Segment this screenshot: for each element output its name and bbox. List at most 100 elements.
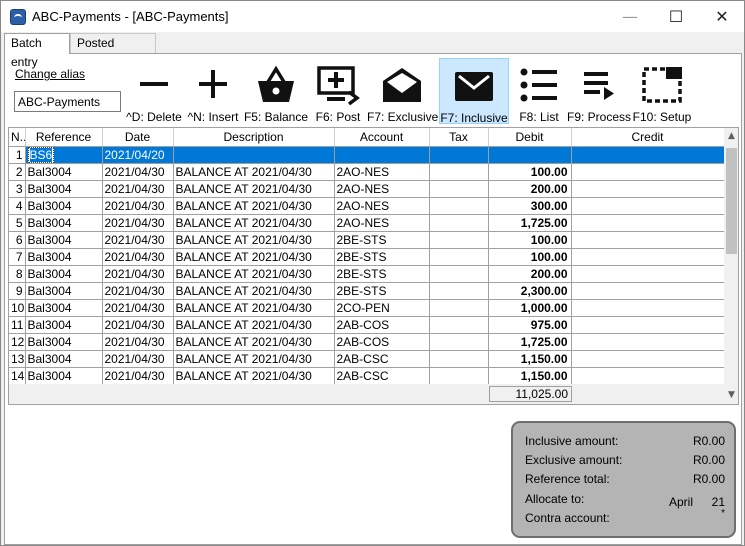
account-cell[interactable]: 2AB-CSC <box>334 367 430 385</box>
date-cell[interactable]: 2021/04/30 <box>102 367 174 385</box>
credit-cell[interactable] <box>571 350 725 368</box>
table-row[interactable]: 5 Bal3004 2021/04/30 BALANCE AT 2021/04/30 2… <box>9 214 725 232</box>
reference-cell[interactable]: BS6 <box>25 146 103 164</box>
credit-cell[interactable] <box>571 367 725 385</box>
debit-cell[interactable]: 300.00 <box>488 197 572 215</box>
maximize-button[interactable]: ☐ <box>653 1 699 32</box>
date-cell[interactable]: 2021/04/30 <box>102 248 174 266</box>
vertical-scrollbar[interactable]: ▲ ▼ <box>724 128 738 404</box>
tax-cell[interactable] <box>429 282 489 300</box>
account-cell[interactable]: 2AB-CSC <box>334 350 430 368</box>
account-cell[interactable]: 2CO-PEN <box>334 299 430 317</box>
table-row[interactable]: 9 Bal3004 2021/04/30 BALANCE AT 2021/04/30 2… <box>9 282 725 300</box>
description-cell[interactable]: BALANCE AT 2021/04/30 <box>173 265 335 283</box>
col-header-account[interactable]: Account <box>334 128 430 147</box>
date-cell[interactable]: 2021/04/30 <box>102 299 174 317</box>
credit-cell[interactable] <box>571 299 725 317</box>
close-button[interactable]: ✕ <box>699 1 745 32</box>
tab-posted-batches[interactable]: Posted batches <box>70 33 156 69</box>
setup-button[interactable]: F10: Setup <box>631 58 693 124</box>
credit-cell[interactable] <box>571 231 725 249</box>
debit-cell[interactable]: 100.00 <box>488 248 572 266</box>
insert-button[interactable]: ^N: Insert <box>185 58 241 124</box>
date-cell[interactable]: 2021/04/30 <box>102 333 174 351</box>
debit-cell[interactable] <box>488 146 572 164</box>
reference-cell[interactable]: Bal3004 <box>25 299 103 317</box>
credit-cell[interactable] <box>571 316 725 334</box>
credit-cell[interactable] <box>571 282 725 300</box>
description-cell[interactable]: BALANCE AT 2021/04/30 <box>173 214 335 232</box>
account-cell[interactable]: 2AO-NES <box>334 163 430 181</box>
tax-cell[interactable] <box>429 231 489 249</box>
table-row[interactable]: 11 Bal3004 2021/04/30 BALANCE AT 2021/04/30… <box>9 316 725 334</box>
reference-cell[interactable]: Bal3004 <box>25 214 103 232</box>
debit-cell[interactable]: 2,300.00 <box>488 282 572 300</box>
col-header-description[interactable]: Description <box>173 128 335 147</box>
description-cell[interactable]: BALANCE AT 2021/04/30 <box>173 299 335 317</box>
process-button[interactable]: F9: Process <box>567 58 631 124</box>
table-row[interactable]: 3 Bal3004 2021/04/30 BALANCE AT 2021/04/30 2… <box>9 180 725 198</box>
tax-cell[interactable] <box>429 146 489 164</box>
credit-cell[interactable] <box>571 265 725 283</box>
date-cell[interactable]: 2021/04/30 <box>102 180 174 198</box>
date-cell[interactable]: 2021/04/30 <box>102 197 174 215</box>
reference-cell[interactable]: Bal3004 <box>25 350 103 368</box>
col-header-credit[interactable]: Credit <box>571 128 725 147</box>
scroll-thumb[interactable] <box>726 148 737 254</box>
account-cell[interactable]: 2AO-NES <box>334 197 430 215</box>
credit-cell[interactable] <box>571 248 725 266</box>
credit-cell[interactable] <box>571 333 725 351</box>
balance-button[interactable]: F5: Balance <box>243 58 309 124</box>
account-cell[interactable]: 2BE-STS <box>334 282 430 300</box>
delete-button[interactable]: ^D: Delete <box>125 58 183 124</box>
credit-cell[interactable] <box>571 197 725 215</box>
description-cell[interactable]: BALANCE AT 2021/04/30 <box>173 282 335 300</box>
reference-cell[interactable]: Bal3004 <box>25 163 103 181</box>
description-cell[interactable]: BALANCE AT 2021/04/30 <box>173 316 335 334</box>
date-cell[interactable]: 2021/04/30 <box>102 214 174 232</box>
description-cell[interactable]: BALANCE AT 2021/04/30 <box>173 350 335 368</box>
debit-cell[interactable]: 975.00 <box>488 316 572 334</box>
tax-cell[interactable] <box>429 299 489 317</box>
alias-input[interactable] <box>14 91 121 112</box>
scroll-up-icon[interactable]: ▲ <box>724 128 738 145</box>
reference-cell[interactable]: Bal3004 <box>25 265 103 283</box>
debit-cell[interactable]: 100.00 <box>488 163 572 181</box>
reference-cell[interactable]: Bal3004 <box>25 248 103 266</box>
credit-cell[interactable] <box>571 163 725 181</box>
date-cell[interactable]: 2021/04/30 <box>102 350 174 368</box>
inclusive-button[interactable]: F7: Inclusive <box>439 58 509 125</box>
description-cell[interactable]: BALANCE AT 2021/04/30 <box>173 333 335 351</box>
table-row[interactable]: 1 BS6 2021/04/20 <box>9 146 725 164</box>
table-row[interactable]: 10 Bal3004 2021/04/30 BALANCE AT 2021/04/30… <box>9 299 725 317</box>
table-row[interactable]: 13 Bal3004 2021/04/30 BALANCE AT 2021/04/30… <box>9 350 725 368</box>
debit-cell[interactable]: 1,725.00 <box>488 333 572 351</box>
col-header-debit[interactable]: Debit <box>488 128 572 147</box>
col-header-reference[interactable]: Reference <box>25 128 103 147</box>
post-button[interactable]: F6: Post <box>311 58 365 124</box>
table-row[interactable]: 2 Bal3004 2021/04/30 BALANCE AT 2021/04/30 2… <box>9 163 725 181</box>
account-cell[interactable] <box>334 146 430 164</box>
account-cell[interactable]: 2BE-STS <box>334 231 430 249</box>
debit-cell[interactable]: 200.00 <box>488 180 572 198</box>
tax-cell[interactable] <box>429 350 489 368</box>
table-row[interactable]: 7 Bal3004 2021/04/30 BALANCE AT 2021/04/30 2… <box>9 248 725 266</box>
reference-cell[interactable]: Bal3004 <box>25 316 103 334</box>
date-cell[interactable]: 2021/04/30 <box>102 282 174 300</box>
tax-cell[interactable] <box>429 197 489 215</box>
tax-cell[interactable] <box>429 265 489 283</box>
account-cell[interactable]: 2AO-NES <box>334 214 430 232</box>
account-cell[interactable]: 2AB-COS <box>334 316 430 334</box>
credit-cell[interactable] <box>571 180 725 198</box>
tab-batch-entry[interactable]: Batch entry <box>4 33 70 69</box>
description-cell[interactable]: BALANCE AT 2021/04/30 <box>173 248 335 266</box>
tax-cell[interactable] <box>429 180 489 198</box>
date-cell[interactable]: 2021/04/30 <box>102 231 174 249</box>
debit-cell[interactable]: 1,150.00 <box>488 367 572 385</box>
table-row[interactable]: 4 Bal3004 2021/04/30 BALANCE AT 2021/04/30 2… <box>9 197 725 215</box>
account-cell[interactable]: 2BE-STS <box>334 248 430 266</box>
tax-cell[interactable] <box>429 214 489 232</box>
debit-cell[interactable]: 1,725.00 <box>488 214 572 232</box>
tax-cell[interactable] <box>429 316 489 334</box>
list-button[interactable]: F8: List <box>513 58 565 124</box>
